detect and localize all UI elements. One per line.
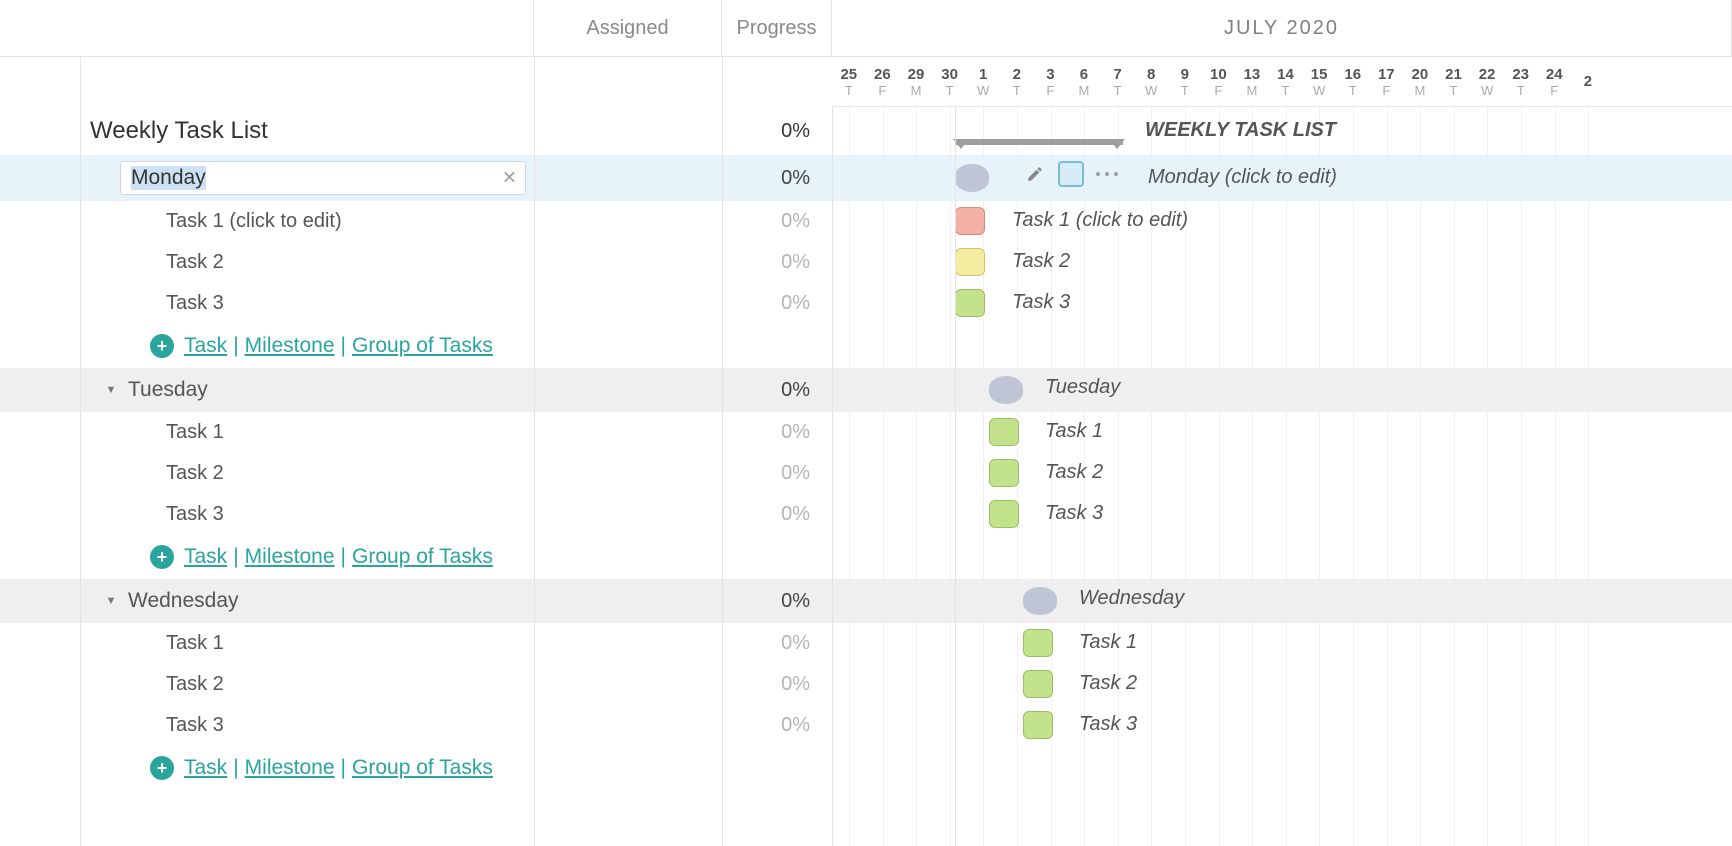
- task-name[interactable]: Task 2: [80, 453, 534, 494]
- date-cell[interactable]: 3F: [1034, 57, 1068, 106]
- add-plus-icon[interactable]: +: [150, 545, 174, 569]
- task-name[interactable]: Task 3: [80, 705, 534, 746]
- date-cell[interactable]: 10F: [1202, 57, 1236, 106]
- clear-input-icon[interactable]: ✕: [502, 168, 517, 189]
- date-cell[interactable]: 26F: [866, 57, 900, 106]
- add-plus-icon[interactable]: +: [150, 334, 174, 358]
- column-header-progress[interactable]: Progress: [722, 0, 832, 56]
- group-name-input[interactable]: Monday ✕: [120, 161, 526, 195]
- date-cell[interactable]: 25T: [832, 57, 866, 106]
- add-milestone-link[interactable]: Milestone: [245, 334, 335, 358]
- gantt-group-bar-monday[interactable]: [955, 164, 989, 192]
- add-task-link[interactable]: Task: [184, 756, 227, 780]
- task-progress: 0%: [722, 623, 832, 664]
- date-cell[interactable]: 16T: [1336, 57, 1370, 106]
- add-group-link[interactable]: Group of Tasks: [352, 756, 493, 780]
- date-cell[interactable]: 1W: [966, 57, 1000, 106]
- gantt-task-bar[interactable]: [955, 248, 985, 276]
- gantt-task-bar[interactable]: [989, 459, 1019, 487]
- gantt-label[interactable]: Task 3: [1079, 713, 1137, 736]
- add-task-link[interactable]: Task: [184, 545, 227, 569]
- gantt-label[interactable]: Task 3: [1045, 502, 1103, 525]
- group-name[interactable]: Wednesday: [128, 589, 239, 613]
- gantt-task-bar[interactable]: [1023, 629, 1053, 657]
- task-name[interactable]: Task 1: [80, 623, 534, 664]
- date-cell[interactable]: 7T: [1101, 57, 1135, 106]
- add-group-link[interactable]: Group of Tasks: [352, 545, 493, 569]
- gantt-task-bar[interactable]: [955, 289, 985, 317]
- gantt-label[interactable]: Task 1: [1079, 631, 1137, 654]
- task-progress: 0%: [722, 283, 832, 324]
- gantt-label[interactable]: Task 2: [1012, 250, 1070, 273]
- group-name[interactable]: Tuesday: [128, 378, 208, 402]
- gantt-summary-label: WEEKLY TASK LIST: [1145, 119, 1336, 142]
- task-name[interactable]: Task 1: [80, 412, 534, 453]
- disclosure-icon[interactable]: ▼: [104, 594, 118, 608]
- date-cell[interactable]: 14T: [1269, 57, 1303, 106]
- task-progress: 0%: [722, 412, 832, 453]
- group-progress: 0%: [722, 368, 832, 412]
- date-cell[interactable]: 29M: [899, 57, 933, 106]
- date-cell[interactable]: 21T: [1437, 57, 1471, 106]
- add-task-link[interactable]: Task: [184, 334, 227, 358]
- date-cell[interactable]: 9T: [1168, 57, 1202, 106]
- task-progress: 0%: [722, 201, 832, 242]
- task-name[interactable]: Task 1 (click to edit): [80, 201, 534, 242]
- add-group-link[interactable]: Group of Tasks: [352, 334, 493, 358]
- gantt-label[interactable]: Monday (click to edit): [1148, 166, 1337, 189]
- date-cell[interactable]: 15W: [1302, 57, 1336, 106]
- gantt-label[interactable]: Task 2: [1079, 672, 1137, 695]
- disclosure-icon[interactable]: ▼: [104, 383, 118, 397]
- task-progress: 0%: [722, 242, 832, 283]
- date-cell[interactable]: 20M: [1403, 57, 1437, 106]
- add-plus-icon[interactable]: +: [150, 756, 174, 780]
- group-name-value: Monday: [131, 166, 206, 190]
- task-name[interactable]: Task 3: [80, 494, 534, 535]
- gantt-group-bar-wednesday[interactable]: [1023, 587, 1057, 615]
- gantt-task-bar[interactable]: [989, 500, 1019, 528]
- gantt-label[interactable]: Tuesday: [1045, 376, 1120, 399]
- task-name[interactable]: Task 2: [80, 242, 534, 283]
- gantt-label[interactable]: Task 1: [1045, 420, 1103, 443]
- date-cell[interactable]: 6M: [1067, 57, 1101, 106]
- gantt-group-bar-tuesday[interactable]: [989, 376, 1023, 404]
- edit-icon[interactable]: [1022, 161, 1048, 187]
- task-progress: 0%: [722, 453, 832, 494]
- task-name[interactable]: Task 2: [80, 664, 534, 705]
- date-cell[interactable]: 2: [1571, 57, 1605, 106]
- date-cell[interactable]: 13M: [1235, 57, 1269, 106]
- add-milestone-link[interactable]: Milestone: [245, 545, 335, 569]
- task-name[interactable]: Task 3: [80, 283, 534, 324]
- gantt-task-bar[interactable]: [955, 207, 985, 235]
- project-progress: 0%: [722, 107, 832, 155]
- date-cell[interactable]: 17F: [1370, 57, 1404, 106]
- color-indicator-icon[interactable]: [1058, 161, 1084, 187]
- date-cell[interactable]: 8W: [1134, 57, 1168, 106]
- date-cell[interactable]: 22W: [1470, 57, 1504, 106]
- add-milestone-link[interactable]: Milestone: [245, 756, 335, 780]
- group-progress: 0%: [722, 579, 832, 623]
- gantt-label[interactable]: Task 3: [1012, 291, 1070, 314]
- task-progress: 0%: [722, 494, 832, 535]
- gantt-label[interactable]: Task 2: [1045, 461, 1103, 484]
- gantt-task-bar[interactable]: [989, 418, 1019, 446]
- group-progress: 0%: [722, 155, 832, 201]
- timeline-month-label: JULY 2020: [832, 0, 1732, 56]
- more-menu-icon[interactable]: [1094, 161, 1120, 187]
- summary-bar[interactable]: [955, 139, 1123, 145]
- date-cell[interactable]: 2T: [1000, 57, 1034, 106]
- date-cell[interactable]: 23T: [1504, 57, 1538, 106]
- date-cell[interactable]: 30T: [933, 57, 967, 106]
- task-progress: 0%: [722, 705, 832, 746]
- column-header-assigned[interactable]: Assigned: [534, 0, 722, 56]
- gantt-task-bar[interactable]: [1023, 670, 1053, 698]
- gantt-task-bar[interactable]: [1023, 711, 1053, 739]
- project-title[interactable]: Weekly Task List: [80, 107, 534, 155]
- date-cell[interactable]: 24F: [1537, 57, 1571, 106]
- gantt-label[interactable]: Wednesday: [1079, 587, 1184, 610]
- task-progress: 0%: [722, 664, 832, 705]
- gantt-label[interactable]: Task 1 (click to edit): [1012, 209, 1188, 232]
